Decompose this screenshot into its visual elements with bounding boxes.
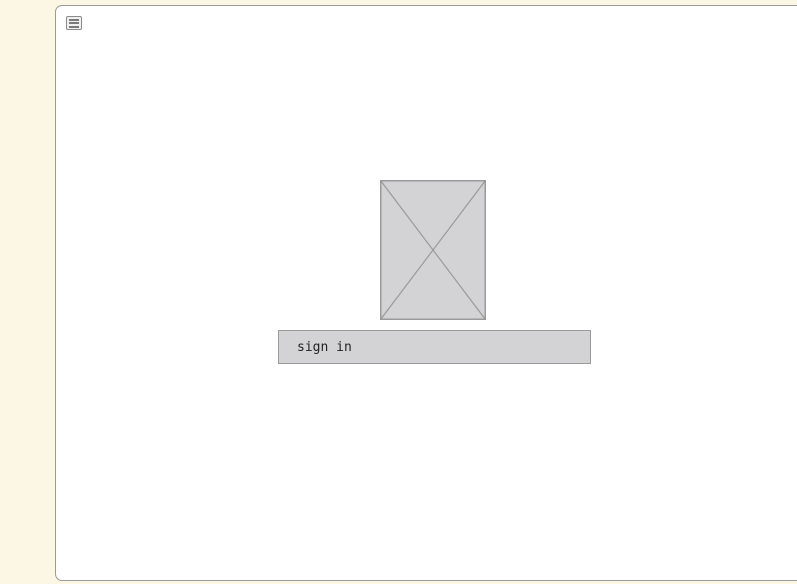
app-canvas: sign in bbox=[55, 5, 797, 581]
image-placeholder-icon bbox=[380, 180, 486, 320]
menu-line bbox=[69, 25, 79, 28]
menu-line bbox=[69, 22, 79, 24]
sign-in-button-label: sign in bbox=[297, 339, 352, 355]
menu-line bbox=[69, 18, 79, 21]
sign-in-button[interactable]: sign in bbox=[278, 330, 591, 364]
hamburger-menu-icon[interactable] bbox=[66, 16, 82, 30]
